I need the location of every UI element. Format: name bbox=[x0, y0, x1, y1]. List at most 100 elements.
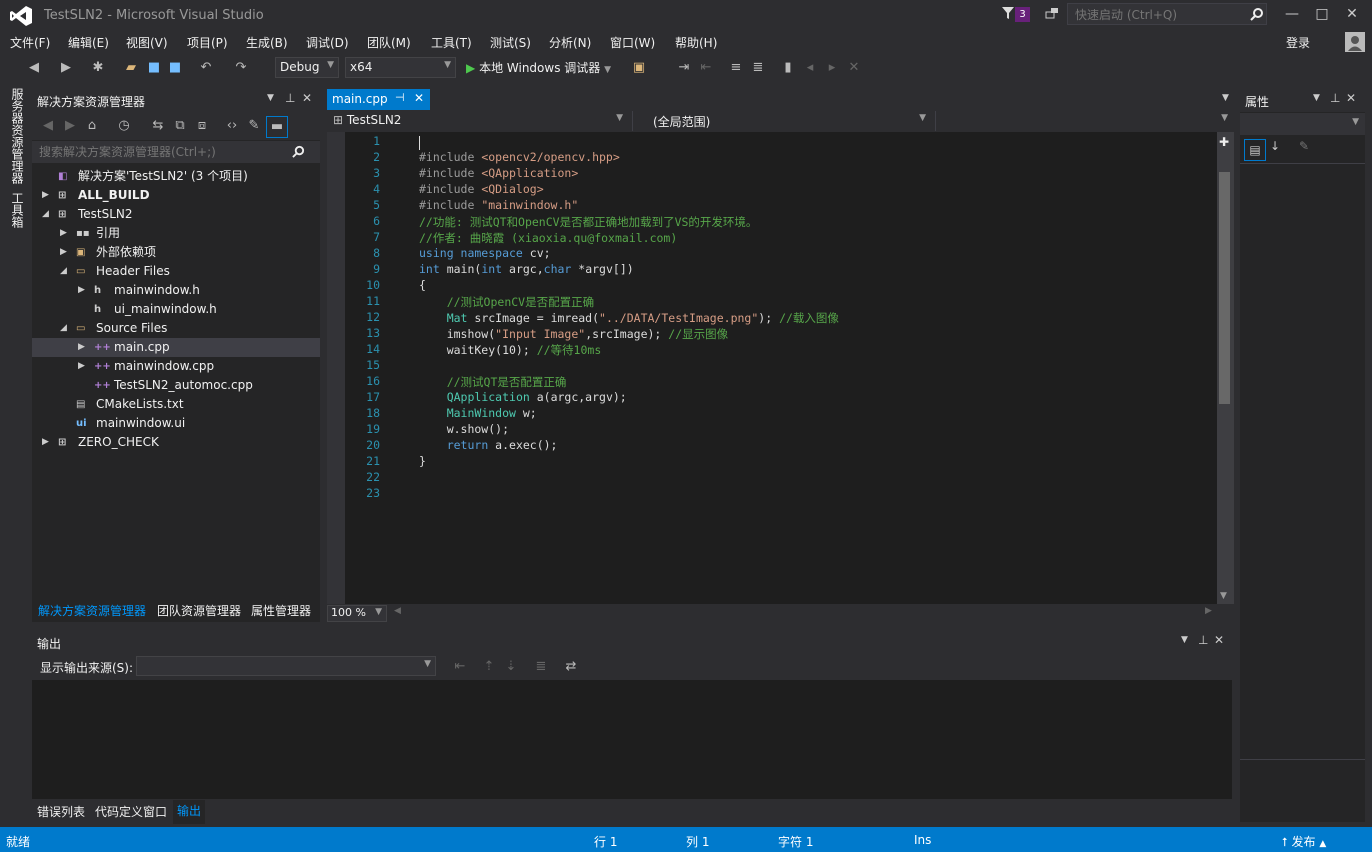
menu-analyze[interactable]: 分析(N) bbox=[549, 34, 591, 51]
tab-code-definition[interactable]: 代码定义窗口 bbox=[95, 803, 167, 820]
menu-tools[interactable]: 工具(T) bbox=[431, 34, 472, 51]
tab-team-explorer[interactable]: 团队资源管理器 bbox=[157, 602, 241, 619]
save-all-icon[interactable]: ■ bbox=[167, 60, 183, 76]
pin-icon[interactable]: ⊣ bbox=[395, 91, 405, 104]
redo-icon[interactable]: ↷ bbox=[233, 60, 249, 76]
scrollbar-thumb[interactable] bbox=[1219, 172, 1230, 404]
tree-item[interactable]: ++ TestSLN2_automoc.cpp bbox=[32, 376, 320, 395]
search-icon[interactable] bbox=[292, 145, 305, 158]
output-source-select[interactable]: ▼ bbox=[136, 656, 436, 676]
bookmark-icon[interactable]: ▮ bbox=[780, 60, 796, 76]
start-debugging-button[interactable]: ▶ 本地 Windows 调试器 ▼ bbox=[466, 59, 611, 76]
tab-main-cpp[interactable]: main.cpp ⊣ ✕ bbox=[327, 89, 430, 110]
tree-item[interactable]: ▶ ⊞ ZERO_CHECK bbox=[32, 433, 320, 452]
tree-item[interactable]: ▶ ⊞ ALL_BUILD bbox=[32, 186, 320, 205]
close-button[interactable]: ✕ bbox=[1338, 4, 1366, 26]
next-bookmark-icon[interactable]: ▸ bbox=[824, 60, 840, 76]
menu-test[interactable]: 测试(S) bbox=[490, 34, 531, 51]
quick-launch-input[interactable] bbox=[1073, 7, 1247, 23]
expand-down-icon[interactable]: ◢ bbox=[42, 205, 52, 224]
back-icon[interactable]: ◀ bbox=[26, 60, 42, 76]
preview-toggle-icon[interactable]: ▬ bbox=[266, 116, 288, 138]
prev-bookmark-icon[interactable]: ◂ bbox=[802, 60, 818, 76]
solution-explorer-search[interactable] bbox=[32, 141, 320, 163]
tree-item[interactable]: ◢ ▭ Source Files bbox=[32, 319, 320, 338]
categorized-icon[interactable]: ▤ bbox=[1244, 139, 1266, 161]
expand-down-icon[interactable]: ◢ bbox=[60, 319, 70, 338]
toolbox-tab[interactable]: 工具箱 bbox=[9, 192, 26, 228]
chevron-down-icon[interactable]: ▼ bbox=[1181, 635, 1188, 645]
pin-icon[interactable]: ⊥ bbox=[1330, 91, 1340, 105]
properties-object-select[interactable]: ▼ bbox=[1240, 113, 1365, 135]
clear-all-icon[interactable]: ≣ bbox=[533, 659, 549, 675]
avatar[interactable] bbox=[1345, 32, 1365, 52]
next-message-icon[interactable]: ⇣ bbox=[503, 659, 519, 675]
output-text-area[interactable] bbox=[32, 680, 1232, 799]
save-icon[interactable]: ■ bbox=[146, 60, 162, 76]
comment-icon[interactable]: ≡ bbox=[728, 60, 744, 76]
menu-team[interactable]: 团队(M) bbox=[367, 34, 411, 51]
scroll-down-icon[interactable]: ▼ bbox=[1220, 591, 1227, 601]
back-icon[interactable]: ◀ bbox=[40, 118, 56, 134]
property-pages-icon[interactable]: ✎ bbox=[1299, 139, 1309, 153]
expand-right-icon[interactable]: ▶ bbox=[78, 338, 88, 357]
word-wrap-icon[interactable]: ⇄ bbox=[563, 659, 579, 675]
clear-bookmarks-icon[interactable]: ✕ bbox=[846, 60, 862, 76]
menu-file[interactable]: 文件(F) bbox=[10, 34, 50, 51]
quick-launch-box[interactable] bbox=[1067, 3, 1267, 25]
tree-item[interactable]: h ui_mainwindow.h bbox=[32, 300, 320, 319]
show-all-files-icon[interactable]: ⧈ bbox=[194, 118, 210, 134]
chevron-down-icon[interactable]: ▼ bbox=[267, 93, 274, 103]
tree-item[interactable]: ▤ CMakeLists.txt bbox=[32, 395, 320, 414]
scroll-right-icon[interactable]: ▶ bbox=[1205, 606, 1212, 616]
configuration-select[interactable]: Debug ▼ bbox=[275, 57, 339, 78]
step-icon[interactable]: ⇥ bbox=[676, 60, 692, 76]
tree-item[interactable]: ▶ ++ main.cpp bbox=[32, 338, 320, 357]
expand-right-icon[interactable]: ▶ bbox=[42, 186, 52, 205]
publish-button[interactable]: ⭡ 发布 ▲ bbox=[1282, 833, 1326, 850]
expand-down-icon[interactable]: ◢ bbox=[60, 262, 70, 281]
menu-debug[interactable]: 调试(D) bbox=[306, 34, 349, 51]
close-icon[interactable]: ✕ bbox=[302, 91, 312, 105]
tree-item[interactable]: ▶ h mainwindow.h bbox=[32, 281, 320, 300]
new-project-icon[interactable]: ✱ bbox=[90, 60, 106, 76]
scroll-left-icon[interactable]: ◀ bbox=[394, 606, 401, 616]
view-code-icon[interactable]: ‹› bbox=[224, 118, 240, 134]
minimize-button[interactable]: — bbox=[1278, 4, 1306, 26]
tab-property-manager[interactable]: 属性管理器 bbox=[251, 602, 311, 619]
step-disabled-icon[interactable]: ⇤ bbox=[698, 60, 714, 76]
home-icon[interactable]: ⌂ bbox=[84, 118, 100, 134]
pin-icon[interactable]: ⊥ bbox=[1198, 633, 1208, 647]
tab-solution-explorer[interactable]: 解决方案资源管理器 bbox=[38, 602, 146, 619]
notification-flag-icon[interactable] bbox=[1001, 6, 1015, 20]
split-icon[interactable]: ✚ bbox=[1219, 135, 1229, 149]
close-icon[interactable]: ✕ bbox=[1346, 91, 1356, 105]
open-file-icon[interactable]: ▰ bbox=[123, 60, 139, 76]
history-icon[interactable]: ◷ bbox=[116, 118, 132, 134]
tree-item[interactable]: ui mainwindow.ui bbox=[32, 414, 320, 433]
menu-project[interactable]: 项目(P) bbox=[187, 34, 228, 51]
pin-icon[interactable]: ⊥ bbox=[285, 91, 295, 105]
scope-navigation-select[interactable]: (全局范围) ▼ bbox=[632, 111, 930, 131]
tree-item[interactable]: ▶ ++ mainwindow.cpp bbox=[32, 357, 320, 376]
tab-error-list[interactable]: 错误列表 bbox=[37, 803, 85, 820]
undo-icon[interactable]: ↶ bbox=[198, 60, 214, 76]
tree-item[interactable]: ◢ ⊞ TestSLN2 bbox=[32, 205, 320, 224]
uncomment-icon[interactable]: ≣ bbox=[750, 60, 766, 76]
collapse-all-icon[interactable]: ⧉ bbox=[172, 118, 188, 134]
menu-build[interactable]: 生成(B) bbox=[246, 34, 288, 51]
expand-right-icon[interactable]: ▶ bbox=[42, 433, 52, 452]
close-icon[interactable]: ✕ bbox=[414, 91, 424, 105]
sync-icon[interactable]: ⇆ bbox=[150, 118, 166, 134]
menu-help[interactable]: 帮助(H) bbox=[675, 34, 717, 51]
tree-item[interactable]: ▶ ▣ 外部依赖项 bbox=[32, 243, 320, 262]
feedback-icon[interactable] bbox=[1044, 6, 1060, 22]
properties-wrench-icon[interactable]: ✎ bbox=[246, 118, 262, 134]
search-icon[interactable] bbox=[1250, 7, 1264, 21]
tree-item[interactable]: ◢ ▭ Header Files bbox=[32, 262, 320, 281]
forward-icon[interactable]: ▶ bbox=[62, 118, 78, 134]
menu-view[interactable]: 视图(V) bbox=[126, 34, 168, 51]
zoom-select[interactable]: 100 % ▼ bbox=[327, 605, 387, 622]
menu-edit[interactable]: 编辑(E) bbox=[68, 34, 109, 51]
tab-output[interactable]: 输出 bbox=[173, 800, 206, 824]
